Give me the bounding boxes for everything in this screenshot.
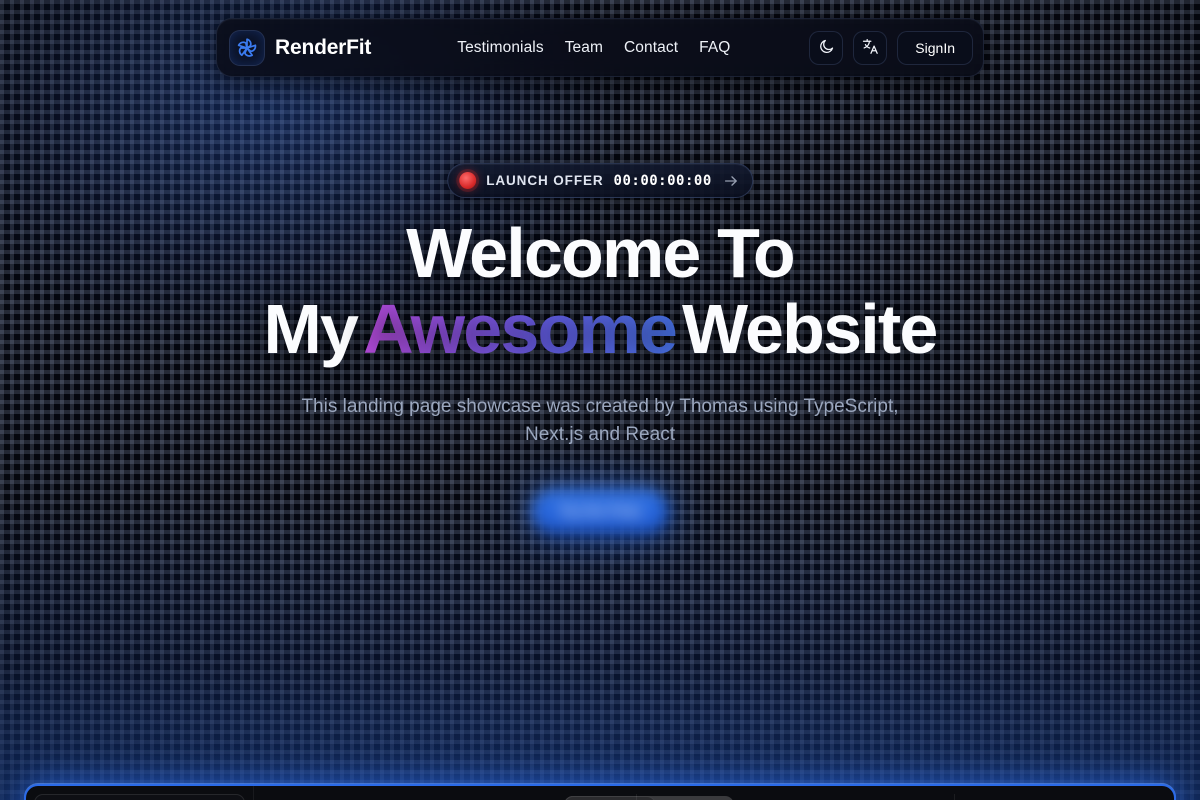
nav-link-testimonials[interactable]: Testimonials: [457, 39, 543, 57]
dashboard-preview-divider: [636, 794, 637, 800]
try-for-free-button[interactable]: Try for Free: [529, 487, 671, 536]
dashboard-preview-divider: [954, 794, 955, 800]
hero-title-suffix: Website: [682, 290, 938, 368]
signin-button[interactable]: SignIn: [897, 30, 973, 65]
nav-link-faq[interactable]: FAQ: [699, 39, 730, 57]
translate-icon: [861, 37, 880, 59]
main-navbar: RenderFit Testimonials Team Contact FAQ: [216, 18, 984, 77]
nav-link-team[interactable]: Team: [565, 39, 603, 57]
dashboard-preview-toolbar-active: [564, 796, 656, 800]
hero-subtitle-line-1: This landing page showcase was created b…: [301, 396, 899, 417]
hero-title-highlight: Awesome: [357, 290, 682, 368]
red-pulse-dot-icon: [459, 172, 477, 189]
dashboard-preview-toolbar: [564, 796, 734, 800]
hero-subtitle: This landing page showcase was created b…: [0, 393, 1200, 449]
cta-container: Try for Free: [529, 487, 671, 536]
page-title: Welcome To MyAwesomeWebsite: [0, 218, 1200, 364]
hero-title-line-1: Welcome To: [406, 214, 796, 292]
arrow-right-icon: [722, 172, 740, 190]
pinwheel-logo-icon: [229, 29, 265, 66]
launch-offer-countdown: 00:00:00:00: [613, 172, 712, 189]
launch-offer-badge[interactable]: LAUNCH OFFER 00:00:00:00: [447, 163, 753, 198]
nav-links: Testimonials Team Contact FAQ: [457, 39, 730, 57]
navbar-actions: SignIn: [809, 30, 973, 65]
dashboard-preview-sidebar: [26, 786, 254, 800]
dashboard-preview-main: [254, 786, 1174, 800]
landing-page-root: RenderFit Testimonials Team Contact FAQ: [0, 0, 1200, 800]
brand-name: RenderFit: [275, 35, 372, 59]
brand-logo[interactable]: RenderFit: [227, 29, 372, 66]
hero-title-line-2: MyAwesomeWebsite: [0, 294, 1200, 364]
theme-toggle-button[interactable]: [809, 30, 844, 65]
launch-offer-label: LAUNCH OFFER: [486, 173, 604, 188]
dashboard-preview-panel[interactable]: [24, 784, 1176, 800]
hero-section: Welcome To MyAwesomeWebsite This landing…: [0, 218, 1200, 449]
dashboard-preview-sidebar-card: [34, 794, 245, 800]
hero-subtitle-line-2: Next.js and React: [525, 424, 675, 445]
language-toggle-button[interactable]: [853, 30, 888, 65]
nav-link-contact[interactable]: Contact: [624, 39, 678, 57]
moon-icon: [818, 38, 835, 58]
hero-title-prefix: My: [263, 290, 358, 368]
